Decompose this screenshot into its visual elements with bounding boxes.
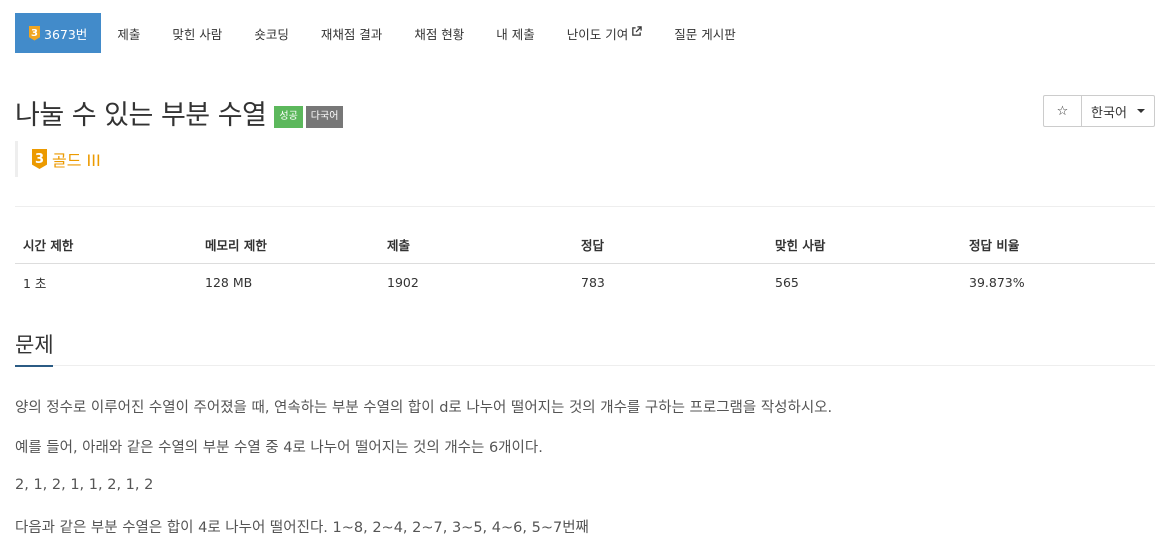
problem-actions: ☆ 한국어 — [1043, 95, 1155, 127]
status-badge: 성공 — [274, 105, 303, 128]
table-header-row: 시간 제한 메모리 제한 제출 정답 맞힌 사람 정답 비율 — [15, 226, 1155, 264]
section-divider — [53, 365, 1155, 366]
tab-short-coding[interactable]: 숏코딩 — [238, 13, 305, 53]
problem-info-table: 시간 제한 메모리 제한 제출 정답 맞힌 사람 정답 비율 1 초 128 M… — [15, 226, 1155, 301]
caret-down-icon — [1136, 109, 1145, 113]
header-solvers: 맞힌 사람 — [767, 226, 961, 264]
divider — [15, 206, 1155, 207]
external-link-icon — [631, 26, 642, 40]
multilang-badge: 다국어 — [305, 105, 344, 128]
page-title: 나눌 수 있는 부분 수열 — [15, 100, 267, 131]
tier-label[interactable]: 골드 III — [52, 147, 101, 171]
example-description: 예를 들어, 아래와 같은 수열의 부분 수열 중 4로 나누어 떨어지는 것의… — [15, 440, 543, 456]
tab-question-board[interactable]: 질문 게시판 — [658, 13, 751, 53]
tab-solved-users[interactable]: 맞힌 사람 — [156, 13, 238, 53]
example-sequence: 2, 1, 2, 1, 1, 2, 1, 2 — [15, 477, 154, 493]
problem-id: 3673번 — [44, 26, 88, 42]
problem-menu: 3 3673번 제출 맞힌 사람 숏코딩 재채점 결과 채점 현황 내 제출 난… — [15, 13, 752, 53]
header-time-limit: 시간 제한 — [15, 226, 197, 264]
favorite-button[interactable]: ☆ — [1043, 95, 1082, 127]
cell-accepted: 783 — [581, 275, 605, 290]
tab-problem[interactable]: 3 3673번 — [15, 13, 102, 53]
section-title: 문제 — [15, 333, 54, 357]
cell-submissions: 1902 — [387, 275, 419, 290]
tier-icon: 3 — [29, 25, 40, 41]
cell-solvers: 565 — [775, 275, 799, 290]
tab-rejudge-results[interactable]: 재채점 결과 — [305, 13, 398, 53]
language-dropdown[interactable]: 한국어 — [1082, 95, 1155, 127]
tab-difficulty-label: 난이도 기여 — [566, 26, 629, 42]
header-accept-rate: 정답 비율 — [961, 226, 1155, 264]
problem-description: 양의 정수로 이루어진 수열이 주어졌을 때, 연속하는 부분 수열의 합이 d… — [15, 400, 833, 416]
tier-icon: 3 — [32, 149, 47, 169]
language-label: 한국어 — [1091, 105, 1127, 121]
section-underline — [15, 365, 53, 367]
header-accepted: 정답 — [573, 226, 767, 264]
tier-info: 3 골드 III — [15, 141, 101, 177]
table-row: 1 초 128 MB 1902 783 565 39.873% — [15, 264, 1155, 302]
tab-my-submissions[interactable]: 내 제출 — [480, 13, 550, 53]
tab-submit[interactable]: 제출 — [101, 13, 156, 53]
problem-header: 나눌 수 있는 부분 수열 성공 다국어 — [15, 93, 346, 132]
cell-memory-limit: 128 MB — [205, 275, 253, 290]
header-memory-limit: 메모리 제한 — [197, 226, 379, 264]
tab-status[interactable]: 채점 현황 — [398, 13, 480, 53]
star-icon: ☆ — [1056, 103, 1069, 119]
cell-time-limit: 1 초 — [23, 276, 47, 291]
tab-difficulty-contribution[interactable]: 난이도 기여 — [551, 13, 658, 53]
cell-accept-rate: 39.873% — [969, 275, 1025, 290]
example-explanation: 다음과 같은 부분 수열은 합이 4로 나누어 떨어진다. 1~8, 2~4, … — [15, 520, 589, 536]
header-submissions: 제출 — [379, 226, 573, 264]
